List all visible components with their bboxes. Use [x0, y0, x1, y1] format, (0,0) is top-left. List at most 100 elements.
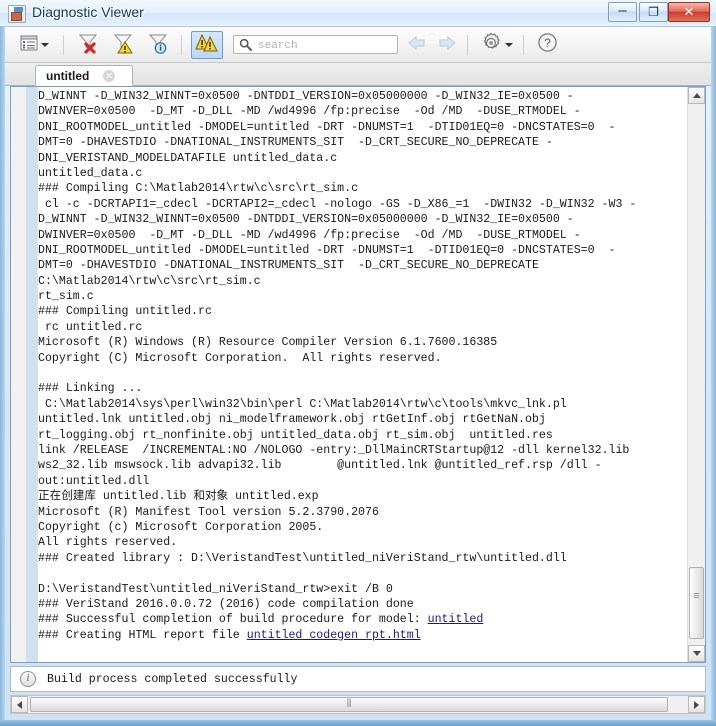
log-line-text: DMT=0 -DHAVESTDIO -DNATIONAL_INSTRUMENTS…: [38, 136, 553, 150]
log-line: untitled.lnk untitled.obj ni_modelframew…: [38, 412, 687, 427]
log-line: 正在创建库 untitled.lib 和对象 untitled.exp: [38, 489, 687, 504]
log-line-text: ### Linking ...: [38, 382, 143, 396]
search-icon: [239, 38, 252, 56]
log-line: ws2_32.lib mswsock.lib advapi32.lib @unt…: [38, 458, 687, 473]
log-line-text: ### Compiling C:\Matlab2014\rtw\c\src\rt…: [38, 182, 359, 196]
log-line: DNI_ROOTMODEL_untitled -DMODEL=untitled …: [38, 120, 687, 135]
view-options-button[interactable]: [13, 31, 55, 59]
back-button[interactable]: [403, 31, 431, 59]
arrow-down-icon: [692, 651, 701, 656]
log-line: cl -c -DCRTAPI1=_cdecl -DCRTAPI2=_cdecl …: [38, 197, 687, 212]
log-link[interactable]: untitled: [428, 613, 484, 626]
tab-label: untitled: [46, 68, 90, 83]
log-line-text: rt_logging.obj rt_nonfinite.obj untitled…: [38, 428, 553, 442]
toolbar-separator: [181, 35, 182, 55]
log-line: DWINVER=0x0500 -D_MT -D_DLL -MD /wd4996 …: [38, 228, 687, 243]
log-line-text: Copyright (C) Microsoft Corporation. All…: [38, 351, 442, 365]
log-line-text: Copyright (c) Microsoft Corporation 2005…: [38, 520, 324, 534]
log-line-text: DWINVER=0x0500 -D_MT -D_DLL -MD /wd4996 …: [38, 228, 581, 242]
log-line: ### Compiling untitled.rc: [38, 304, 687, 319]
log-line-text: ### Successful completion of build proce…: [38, 613, 428, 627]
log-line-text: All rights reserved.: [38, 536, 178, 550]
log-gutter-highlight: [26, 87, 37, 662]
log-line-text: D_WINNT -D_WIN32_WINNT=0x0500 -DNTDDI_VE…: [38, 90, 574, 103]
minimize-button[interactable]: –: [608, 2, 637, 22]
log-line-text: C:\Matlab2014\sys\perl\win32\bin\perl C:…: [38, 397, 567, 411]
gear-icon: [480, 32, 502, 59]
log-line-text: Microsoft (R) Manifest Tool version 5.2.…: [38, 505, 379, 519]
forward-button[interactable]: [433, 31, 461, 59]
tab-close-icon[interactable]: ✕: [103, 69, 116, 82]
log-line-text: rc untitled.rc: [38, 320, 143, 334]
log-line: C:\Matlab2014\rtw\c\src\rt_sim.c: [38, 274, 687, 289]
log-line-text: DWINVER=0x0500 -D_MT -D_DLL -MD /wd4996 …: [38, 105, 581, 119]
log-link[interactable]: untitled codegen rpt.html: [247, 629, 421, 642]
scroll-down-button[interactable]: [688, 645, 705, 662]
status-message: Build process completed successfully: [47, 672, 298, 686]
arrow-right-icon: [437, 35, 457, 56]
vertical-scrollbar-thumb[interactable]: [689, 567, 704, 639]
settings-button[interactable]: [475, 31, 517, 59]
log-line-text: ### Created library : D:\VeristandTest\u…: [38, 551, 567, 565]
scroll-up-button[interactable]: [688, 87, 705, 104]
log-line: Copyright (C) Microsoft Corporation. All…: [38, 351, 687, 366]
toolbar-separator: [523, 35, 524, 55]
log-line: D_WINNT -D_WIN32_WINNT=0x0500 -DNTDDI_VE…: [38, 212, 687, 227]
help-button[interactable]: ?: [533, 31, 561, 59]
status-bar: i Build process completed successfully: [10, 666, 706, 692]
log-line: untitled_data.c: [38, 166, 687, 181]
log-line-text: D_WINNT -D_WIN32_WINNT=0x0500 -DNTDDI_VE…: [38, 213, 574, 227]
arrow-right-icon: [694, 700, 699, 709]
close-button[interactable]: ✕: [668, 2, 710, 22]
log-line: D:\VeristandTest\untitled_niVeriStand_rt…: [38, 582, 687, 597]
log-line-text: ### Compiling untitled.rc: [38, 305, 212, 319]
maximize-icon: ❐: [648, 5, 659, 19]
filter-warnings-button[interactable]: [108, 31, 138, 59]
log-line: DMT=0 -DHAVESTDIO -DNATIONAL_INSTRUMENTS…: [38, 135, 687, 150]
scroll-right-button[interactable]: [688, 696, 705, 713]
log-line-text: ### Creating HTML report file: [38, 628, 247, 642]
log-line-text: DNI_ROOTMODEL_untitled -DMODEL=untitled …: [38, 243, 616, 257]
scroll-left-button[interactable]: [11, 696, 28, 713]
funnel-warning-icon: [112, 32, 134, 59]
log-line: All rights reserved.: [38, 535, 687, 550]
tab-untitled[interactable]: untitled ✕: [35, 65, 133, 86]
log-line: ### Created library : D:\VeristandTest\u…: [38, 551, 687, 566]
log-line-text: link /RELEASE /INCREMENTAL:NO /NOLOGO -e…: [38, 443, 630, 457]
log-output[interactable]: D_WINNT -D_WIN32_WINNT=0x0500 -DNTDDI_VE…: [38, 88, 687, 662]
horizontal-scrollbar[interactable]: [10, 695, 706, 714]
filter-info-button[interactable]: [143, 31, 173, 59]
log-line: ### Creating HTML report file untitled c…: [38, 628, 687, 643]
log-panel: D_WINNT -D_WIN32_WINNT=0x0500 -DNTDDI_VE…: [10, 86, 706, 663]
log-line: DNI_VERISTAND_MODELDATAFILE untitled_dat…: [38, 151, 687, 166]
warnings-stack-icon: [195, 32, 219, 59]
log-line-text: ### VeriStand 2016.0.0.72 (2016) code co…: [38, 597, 414, 611]
vertical-scrollbar[interactable]: [687, 87, 705, 662]
log-line: Microsoft (R) Manifest Tool version 5.2.…: [38, 505, 687, 520]
log-line-text: out:untitled.dll: [38, 474, 150, 488]
arrow-left-icon: [17, 700, 22, 709]
log-line-text: C:\Matlab2014\rtw\c\src\rt_sim.c: [38, 274, 261, 288]
toolbar: ?: [5, 27, 711, 63]
diagnostic-viewer-icon: [8, 5, 26, 23]
log-line: ### Linking ...: [38, 381, 687, 396]
log-gutter: [11, 87, 38, 662]
log-line: ### Compiling C:\Matlab2014\rtw\c\src\rt…: [38, 181, 687, 196]
tab-bar: untitled ✕: [5, 63, 711, 86]
search-box[interactable]: [233, 35, 398, 56]
minimize-icon: –: [618, 2, 627, 19]
search-input[interactable]: [256, 37, 398, 55]
arrow-left-icon: [407, 35, 427, 56]
log-line-text: DMT=0 -DHAVESTDIO -DNATIONAL_INSTRUMENTS…: [38, 259, 539, 273]
clear-errors-button[interactable]: [73, 31, 103, 59]
horizontal-scrollbar-thumb[interactable]: [30, 697, 668, 712]
toolbar-separator: [63, 35, 64, 55]
log-line: DNI_ROOTMODEL_untitled -DMODEL=untitled …: [38, 243, 687, 258]
window-title: Diagnostic Viewer: [32, 4, 144, 20]
log-line: rt_sim.c: [38, 289, 687, 304]
show-warnings-toggle[interactable]: [191, 31, 223, 59]
toolbar-separator: [467, 35, 468, 55]
maximize-button[interactable]: ❐: [639, 2, 668, 22]
title-bar: Diagnostic Viewer – ❐ ✕: [0, 0, 716, 27]
